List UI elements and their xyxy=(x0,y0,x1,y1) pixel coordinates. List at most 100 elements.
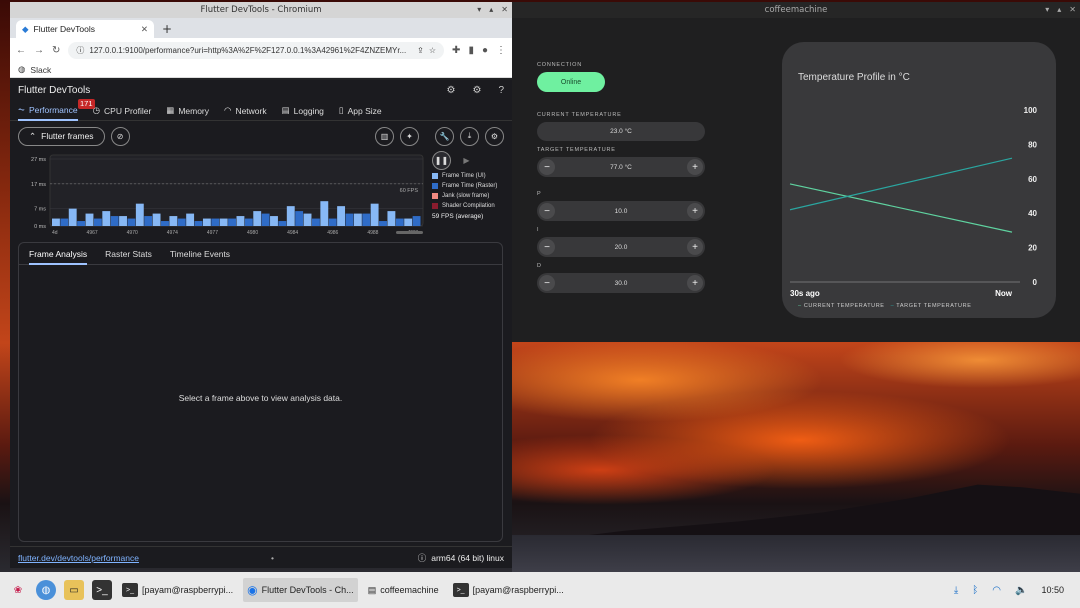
maximize-icon[interactable]: ▴ xyxy=(489,2,493,18)
forward-icon[interactable]: → xyxy=(34,45,44,56)
info-icon[interactable]: ⓘ xyxy=(418,552,427,564)
wifi-tray-icon[interactable]: ◠ xyxy=(992,585,1001,596)
i-decrement-button[interactable]: − xyxy=(539,239,555,255)
bar-ui-frame-time xyxy=(119,216,127,226)
task-terminal-2[interactable]: >_ [payam@raspberrypi... xyxy=(449,578,568,602)
menu-kebab-icon[interactable]: ⋮ xyxy=(496,45,506,56)
analysis-empty-message: Select a frame above to view analysis da… xyxy=(178,393,343,403)
target-temp-decrement-button[interactable]: − xyxy=(539,159,555,175)
bar-ui-frame-time xyxy=(52,218,60,226)
terminal-launcher-icon[interactable]: >_ xyxy=(92,580,112,600)
bar-ui-frame-time xyxy=(303,213,312,226)
settings-gear-icon[interactable]: ⚙ xyxy=(472,85,481,96)
tab-memory[interactable]: ▦ Memory xyxy=(166,101,209,121)
extensions-icon[interactable]: ✚ xyxy=(452,45,460,56)
chromium-titlebar[interactable]: Flutter DevTools - Chromium ▾ ▴ ✕ xyxy=(10,2,512,18)
resume-button[interactable]: ▶ xyxy=(457,151,476,170)
x-tick-label: 4974 xyxy=(167,230,178,236)
i-label: I xyxy=(537,227,540,233)
bar-raster-frame-time xyxy=(228,218,236,226)
help-icon[interactable]: ? xyxy=(498,85,504,96)
x-tick-label: 4984 xyxy=(287,230,298,236)
back-icon[interactable]: ← xyxy=(16,45,26,56)
address-bar-url: 127.0.0.1:9100/performance?uri=http%3A%2… xyxy=(89,45,407,55)
p-increment-button[interactable]: + xyxy=(687,203,703,219)
legend-swatch-jank xyxy=(432,193,438,199)
bar-ui-frame-time xyxy=(85,213,94,226)
share-icon[interactable]: ⇪ xyxy=(417,46,424,55)
export-button[interactable]: ⤓ xyxy=(460,126,479,146)
y-tick-label: 27 ms xyxy=(31,157,46,163)
file-manager-icon[interactable]: ▭ xyxy=(64,580,84,600)
x-tick-label: 4980 xyxy=(247,230,258,236)
minimize-icon[interactable]: ▾ xyxy=(1045,2,1049,18)
profile-icon[interactable]: ● xyxy=(482,45,488,56)
tab-logging[interactable]: ▤ Logging xyxy=(282,101,324,121)
task-terminal-1[interactable]: >_ [payam@raspberrypi... xyxy=(118,578,237,602)
coffeemachine-titlebar[interactable]: coffeemachine ▾ ▴ ✕ xyxy=(512,2,1080,18)
address-bar[interactable]: ⓘ 127.0.0.1:9100/performance?uri=http%3A… xyxy=(68,41,445,59)
tab-close-icon[interactable]: ✕ xyxy=(141,24,148,35)
bar-raster-frame-time xyxy=(261,213,270,226)
p-decrement-button[interactable]: − xyxy=(539,203,555,219)
i-increment-button[interactable]: + xyxy=(687,239,703,255)
chromium-window-title: Flutter DevTools - Chromium xyxy=(200,5,322,15)
bookmark-slack[interactable]: Slack xyxy=(30,65,51,75)
d-decrement-button[interactable]: − xyxy=(539,275,555,291)
tab-cpu-profiler[interactable]: ◷ CPU Profiler xyxy=(93,101,152,121)
bar-ui-frame-time xyxy=(387,211,396,226)
raspberry-menu-icon[interactable]: ❀ xyxy=(8,580,28,600)
new-tab-icon[interactable]: + xyxy=(162,20,172,38)
browser-tab-devtools[interactable]: ◆ Flutter DevTools ✕ xyxy=(16,20,154,38)
clear-button[interactable]: ⊘ xyxy=(110,126,130,146)
site-info-icon[interactable]: ⓘ xyxy=(76,45,84,56)
y-tick-label: 0 xyxy=(1033,278,1038,287)
close-icon[interactable]: ✕ xyxy=(501,2,508,18)
bar-ui-frame-time xyxy=(236,216,245,226)
clock[interactable]: 10:50 xyxy=(1041,585,1064,595)
task-coffeemachine[interactable]: ▤ coffeemachine xyxy=(364,578,443,602)
tab-timeline-events[interactable]: Timeline Events xyxy=(170,249,230,259)
frames-bar-chart[interactable]: 27 ms 17 ms 7 ms 0 ms 60 FPS 4d 4967 4970 4974 49… xyxy=(10,151,430,237)
performance-overlay-button[interactable]: ▥ xyxy=(375,126,394,146)
flutter-logo-icon: ◆ xyxy=(22,23,29,34)
volume-icon[interactable]: 🔈 xyxy=(1015,585,1027,596)
tab-frame-analysis[interactable]: Frame Analysis xyxy=(29,243,88,265)
y-tick-label: 40 xyxy=(1028,209,1037,218)
y-tick-label: 0 ms xyxy=(34,224,46,230)
tab-raster-stats[interactable]: Raster Stats xyxy=(105,249,152,259)
updates-download-icon[interactable]: ⤓ xyxy=(954,585,958,596)
reload-icon[interactable]: ↻ xyxy=(52,45,60,56)
tab-app-size[interactable]: ▯ App Size xyxy=(339,101,382,121)
bar-raster-frame-time xyxy=(211,218,220,226)
target-temp-value: 77.0 °C xyxy=(610,163,632,171)
browser-globe-icon[interactable]: ◍ xyxy=(36,580,56,600)
minimize-icon[interactable]: ▾ xyxy=(477,2,481,18)
d-increment-button[interactable]: + xyxy=(687,275,703,291)
docs-link[interactable]: flutter.dev/devtools/performance xyxy=(18,553,139,563)
pause-button[interactable]: ❚❚ xyxy=(432,151,451,170)
connection-status-button[interactable]: Online xyxy=(537,72,605,92)
flutter-settings-icon[interactable]: ⚙ xyxy=(447,85,456,96)
side-panel-icon[interactable]: ▮ xyxy=(468,45,474,56)
bar-raster-frame-time xyxy=(144,216,153,226)
enhance-tracing-button[interactable]: ✦ xyxy=(400,126,419,146)
i-stepper: − 20.0 + xyxy=(537,237,705,257)
tab-strip: ◆ Flutter DevTools ✕ + xyxy=(10,18,512,38)
tab-performance[interactable]: ⏦ Performance 171 xyxy=(18,98,95,121)
target-temp-increment-button[interactable]: + xyxy=(687,159,703,175)
wrench-icon: 🔧 xyxy=(439,131,450,141)
x-tick-label: 4d xyxy=(52,230,58,236)
close-icon[interactable]: ✕ xyxy=(1069,2,1076,18)
chromium-icon: ◉ xyxy=(247,583,258,597)
terminal-icon: >_ xyxy=(452,583,469,597)
x-tick-label: 4977 xyxy=(207,230,218,236)
bookmark-star-icon[interactable]: ☆ xyxy=(429,46,436,55)
flutter-frames-button[interactable]: ⌃ Flutter frames xyxy=(18,126,105,146)
more-debugging-button[interactable]: 🔧 xyxy=(435,126,454,146)
bluetooth-icon[interactable]: ᛒ xyxy=(972,585,978,596)
task-chromium[interactable]: ◉ Flutter DevTools - Ch... xyxy=(243,578,358,602)
tab-network[interactable]: ◠ Network xyxy=(224,101,267,121)
performance-settings-button[interactable]: ⚙ xyxy=(485,126,504,146)
maximize-icon[interactable]: ▴ xyxy=(1057,2,1061,18)
